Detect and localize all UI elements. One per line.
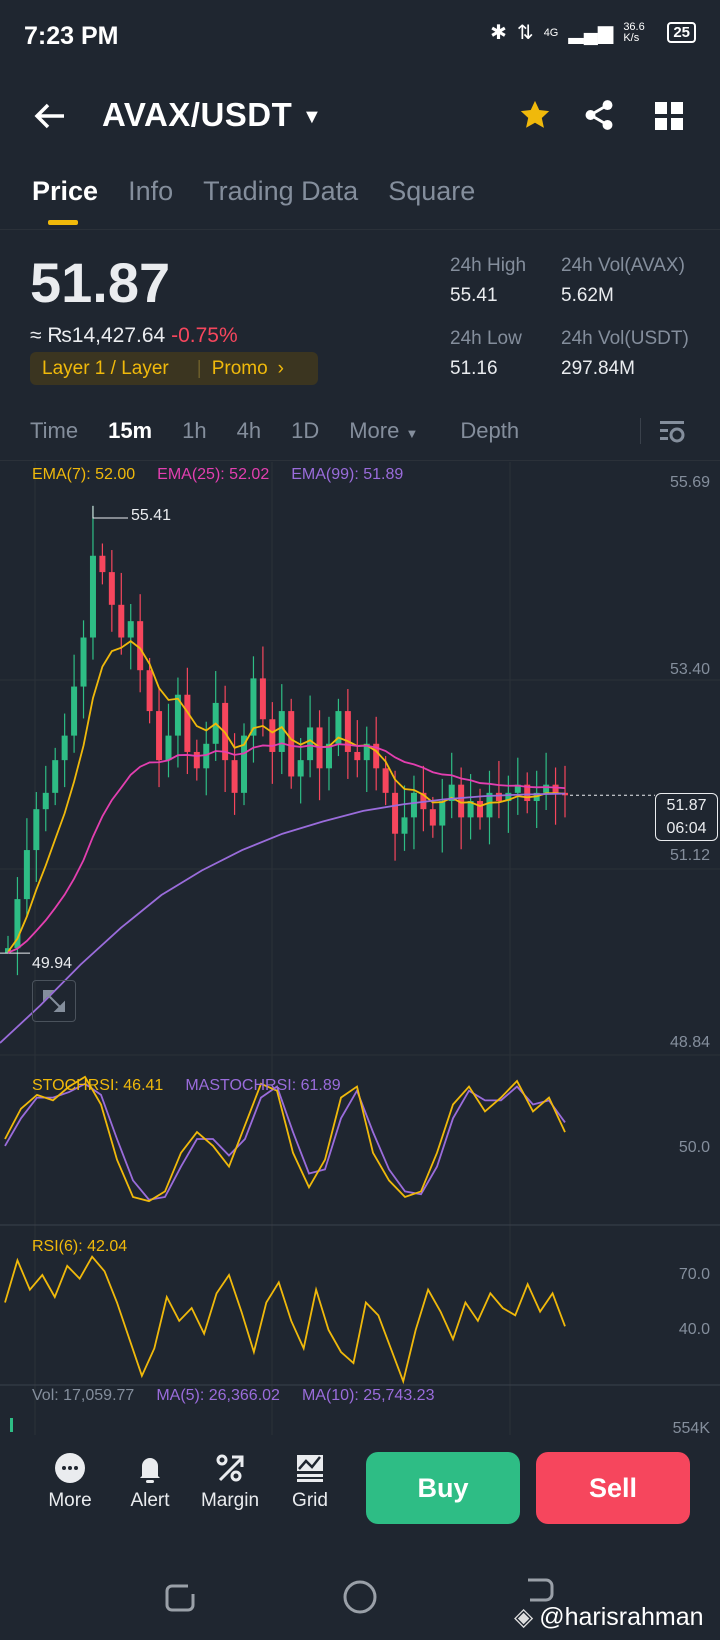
nav-home-button[interactable]: [341, 1578, 379, 1621]
candle-body: [259, 678, 266, 720]
stochrsi-label: STOCHRSI: 46.41: [32, 1077, 164, 1094]
price-chart[interactable]: [0, 0, 720, 1440]
grid-button[interactable]: Grid: [275, 1452, 345, 1512]
vol-label: Vol: 17,059.77: [32, 1387, 135, 1404]
alert-button[interactable]: Alert: [115, 1452, 185, 1512]
ma5-label: MA(5): 26,366.02: [156, 1387, 280, 1404]
candle-body: [184, 694, 191, 752]
volume-bar: [10, 1418, 13, 1432]
candle-body: [89, 555, 96, 638]
candle-body: [23, 850, 30, 900]
low-marker: 49.94: [32, 955, 73, 972]
rsi-label: RSI(6): 42.04: [32, 1238, 128, 1255]
rsi-axis-label: 40.0: [678, 1321, 710, 1338]
candle-body: [33, 809, 40, 851]
ma10-label: MA(10): 25,743.23: [301, 1387, 435, 1404]
watermark-text: @harisrahman: [539, 1602, 704, 1631]
candle-body: [354, 751, 361, 761]
candle-body: [288, 711, 295, 777]
last-price-tag-value: 51.87: [666, 797, 707, 814]
ema-legend: EMA(7): 52.00 EMA(25): 52.02 EMA(99): 51…: [32, 466, 403, 484]
stoch-legend: STOCHRSI: 46.41 MASTOCHRSI: 61.89: [32, 1077, 341, 1095]
candle-body: [392, 792, 399, 834]
ema25-line: [7, 742, 566, 954]
candle-body: [269, 719, 276, 752]
high-marker: 55.41: [131, 507, 172, 524]
candle-body: [552, 784, 559, 793]
candle-countdown: 06:04: [666, 820, 707, 837]
candle-body: [42, 792, 49, 810]
more-label: More: [48, 1490, 92, 1511]
mastochrsi-line: [4, 1082, 566, 1201]
candle-body: [495, 792, 502, 802]
binance-logo-icon: ◈: [514, 1603, 534, 1631]
nav-recents-button[interactable]: [162, 1580, 198, 1621]
candle-body: [108, 572, 115, 605]
candle-body: [146, 670, 153, 712]
candle-body: [80, 637, 87, 687]
candle-body: [307, 727, 314, 761]
candle-body: [127, 621, 134, 638]
ema99-line: [0, 792, 566, 1044]
price-axis-label: 48.84: [669, 1034, 710, 1051]
ema25-label: EMA(25): 52.02: [157, 466, 270, 483]
expand-icon: [43, 990, 65, 1012]
candle-body: [193, 751, 200, 769]
grid-bot-icon: [297, 1455, 323, 1482]
candle-body: [297, 760, 304, 777]
candle-body: [543, 784, 550, 793]
fullscreen-button[interactable]: [32, 980, 76, 1022]
grid-label: Grid: [292, 1490, 328, 1511]
price-axis-label: 53.40: [669, 661, 710, 678]
stoch-axis-label: 50.0: [678, 1139, 710, 1156]
candle-body: [401, 817, 408, 834]
candle-body: [278, 711, 285, 752]
price-axis-label: 51.12: [669, 847, 710, 864]
alert-label: Alert: [130, 1490, 170, 1511]
recents-icon: [165, 1584, 195, 1612]
watermark: ◈ @harisrahman: [514, 1602, 704, 1632]
candle-body: [477, 801, 484, 818]
price-axis-label: 55.69: [669, 474, 710, 491]
candle-body: [165, 735, 172, 761]
last-price-tag: 51.87 06:04: [655, 793, 718, 841]
candle-body: [429, 809, 436, 826]
mastochrsi-label: MASTOCHRSI: 61.89: [185, 1077, 341, 1094]
candle-body: [52, 760, 59, 793]
ema99-label: EMA(99): 51.89: [291, 466, 404, 483]
home-icon: [343, 1580, 377, 1614]
candle-body: [156, 711, 163, 761]
stochrsi-line: [4, 1075, 566, 1203]
candle-body: [61, 735, 68, 761]
more-button[interactable]: More: [35, 1452, 105, 1512]
sell-button[interactable]: Sell: [536, 1452, 690, 1524]
candle-body: [99, 555, 106, 573]
candle-body: [382, 768, 389, 793]
more-dots-icon: [55, 1453, 85, 1483]
vol-legend: Vol: 17,059.77 MA(5): 26,366.02 MA(10): …: [32, 1387, 434, 1405]
candle-body: [410, 792, 417, 818]
bell-icon: [140, 1458, 160, 1483]
vol-axis-label: 554K: [672, 1420, 710, 1437]
ema7-label: EMA(7): 52.00: [32, 466, 136, 483]
high-marker-line: [92, 505, 128, 519]
candle-body: [118, 604, 125, 638]
margin-button[interactable]: Margin: [195, 1452, 265, 1512]
rsi-axis-label: 70.0: [678, 1266, 710, 1283]
margin-label: Margin: [200, 1490, 260, 1511]
margin-percent-icon: [216, 1454, 244, 1482]
candle-body: [231, 760, 238, 793]
candle-body: [71, 686, 78, 736]
buy-button[interactable]: Buy: [366, 1452, 520, 1524]
candle-body: [439, 801, 446, 826]
bottom-action-bar: More Alert Margin Grid Buy Sell: [0, 1452, 720, 1524]
rsi-line: [4, 1255, 566, 1385]
